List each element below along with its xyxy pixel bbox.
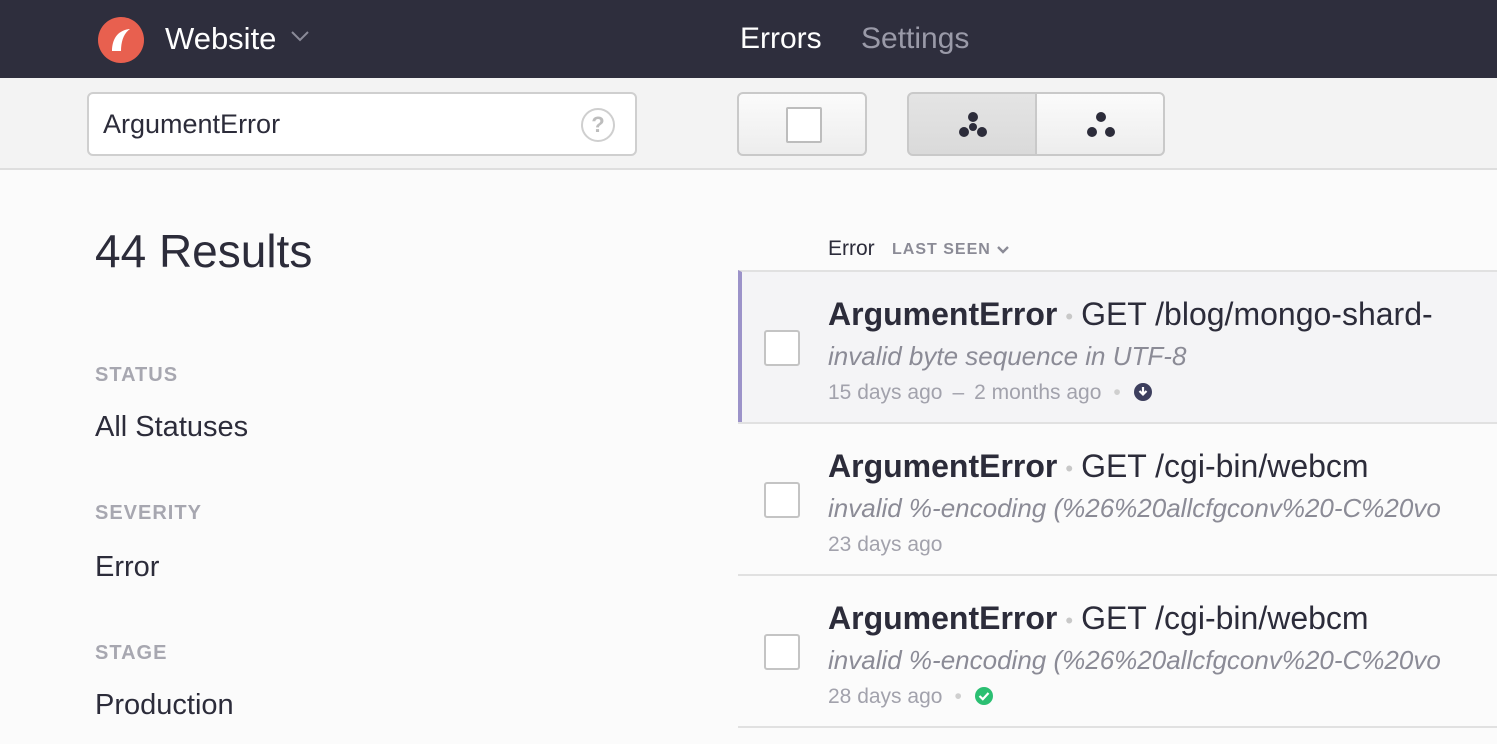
nav-settings[interactable]: Settings bbox=[861, 20, 969, 58]
search-box: ? bbox=[87, 92, 637, 156]
error-row[interactable]: ArgumentError • GET /blog/mongo-shard- inv… bbox=[738, 270, 1497, 422]
facet-stage-value[interactable]: Production bbox=[95, 687, 234, 723]
error-message: invalid %-encoding (%26%20allcfgconv%20-… bbox=[828, 645, 1441, 675]
nav-errors[interactable]: Errors bbox=[740, 20, 822, 58]
chevron-down-icon[interactable] bbox=[290, 30, 310, 42]
row-checkbox[interactable] bbox=[764, 482, 800, 518]
first-seen: 2 months ago bbox=[974, 381, 1102, 404]
error-title[interactable]: ArgumentError • GET /cgi-bin/webcm bbox=[828, 598, 1369, 641]
row-checkbox[interactable] bbox=[764, 634, 800, 670]
last-seen: 28 days ago bbox=[828, 685, 943, 708]
project-name[interactable]: Website bbox=[165, 20, 276, 58]
unmerge-button[interactable] bbox=[1035, 92, 1165, 156]
error-context: GET /cgi-bin/webcm bbox=[1081, 600, 1369, 636]
app-logo-icon[interactable] bbox=[98, 17, 144, 63]
error-meta: 23 days ago bbox=[828, 532, 942, 558]
last-seen: 23 days ago bbox=[828, 533, 943, 556]
search-input[interactable] bbox=[103, 106, 563, 142]
error-class: ArgumentError bbox=[828, 448, 1058, 484]
last-seen: 15 days ago bbox=[828, 381, 943, 404]
separator-dot: • bbox=[1065, 303, 1074, 329]
separator-dot: • bbox=[1113, 381, 1121, 404]
toolbar: ? bbox=[0, 78, 1497, 170]
list-divider bbox=[738, 726, 1497, 728]
separator-dot: • bbox=[1065, 607, 1074, 633]
facet-stage-label: STAGE bbox=[95, 642, 168, 664]
download-circle-icon bbox=[1133, 383, 1152, 401]
sort-last-seen[interactable]: LAST SEEN bbox=[892, 240, 991, 260]
error-class: ArgumentError bbox=[828, 296, 1058, 332]
separator-dot: • bbox=[1065, 455, 1074, 481]
help-icon[interactable]: ? bbox=[581, 108, 615, 142]
error-message: invalid byte sequence in UTF-8 bbox=[828, 341, 1187, 371]
row-checkbox[interactable] bbox=[764, 330, 800, 366]
check-circle-icon bbox=[974, 687, 993, 705]
unmerge-icon bbox=[1087, 112, 1115, 137]
select-all-checkbox[interactable] bbox=[786, 107, 822, 143]
select-all-button[interactable] bbox=[737, 92, 867, 156]
error-context: GET /blog/mongo-shard- bbox=[1081, 296, 1433, 332]
separator-dot: • bbox=[954, 685, 962, 708]
facet-status-value[interactable]: All Statuses bbox=[95, 409, 248, 445]
facet-severity-value[interactable]: Error bbox=[95, 549, 159, 585]
error-meta: 28 days ago • bbox=[828, 684, 994, 710]
error-class: ArgumentError bbox=[828, 600, 1058, 636]
error-row[interactable]: ArgumentError • GET /cgi-bin/webcm invalid… bbox=[738, 422, 1497, 574]
error-title[interactable]: ArgumentError • GET /cgi-bin/webcm bbox=[828, 446, 1369, 489]
column-error-label: Error bbox=[828, 237, 875, 260]
sort-chevron-down-icon[interactable] bbox=[996, 245, 1010, 255]
error-context: GET /cgi-bin/webcm bbox=[1081, 448, 1369, 484]
error-meta: 15 days ago –2 months ago • bbox=[828, 380, 1153, 406]
results-count: 44 Results bbox=[95, 225, 313, 277]
error-title[interactable]: ArgumentError • GET /blog/mongo-shard- bbox=[828, 294, 1433, 337]
range-dash: – bbox=[952, 381, 965, 404]
facet-status-label: STATUS bbox=[95, 364, 179, 386]
top-nav-bar: Website Errors Settings bbox=[0, 0, 1497, 78]
merge-icon bbox=[959, 112, 987, 137]
merge-button[interactable] bbox=[907, 92, 1037, 156]
facet-severity-label: SEVERITY bbox=[95, 502, 202, 524]
error-row[interactable]: ArgumentError • GET /cgi-bin/webcm invalid… bbox=[738, 574, 1497, 726]
error-message: invalid %-encoding (%26%20allcfgconv%20-… bbox=[828, 493, 1441, 523]
